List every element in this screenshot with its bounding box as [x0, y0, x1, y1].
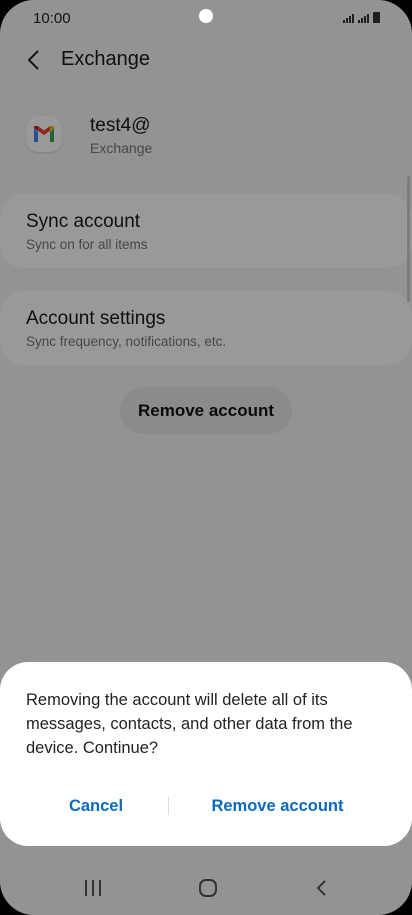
cancel-button[interactable]: Cancel — [30, 788, 162, 824]
button-divider — [168, 797, 169, 815]
remove-account-dialog: Removing the account will delete all of … — [0, 662, 412, 846]
camera-cutout — [199, 9, 213, 23]
confirm-remove-button[interactable]: Remove account — [175, 788, 380, 824]
dialog-message: Removing the account will delete all of … — [26, 691, 353, 757]
phone-screen: 10:00 Exchange test4@ Exchange Sync acco… — [0, 0, 412, 915]
